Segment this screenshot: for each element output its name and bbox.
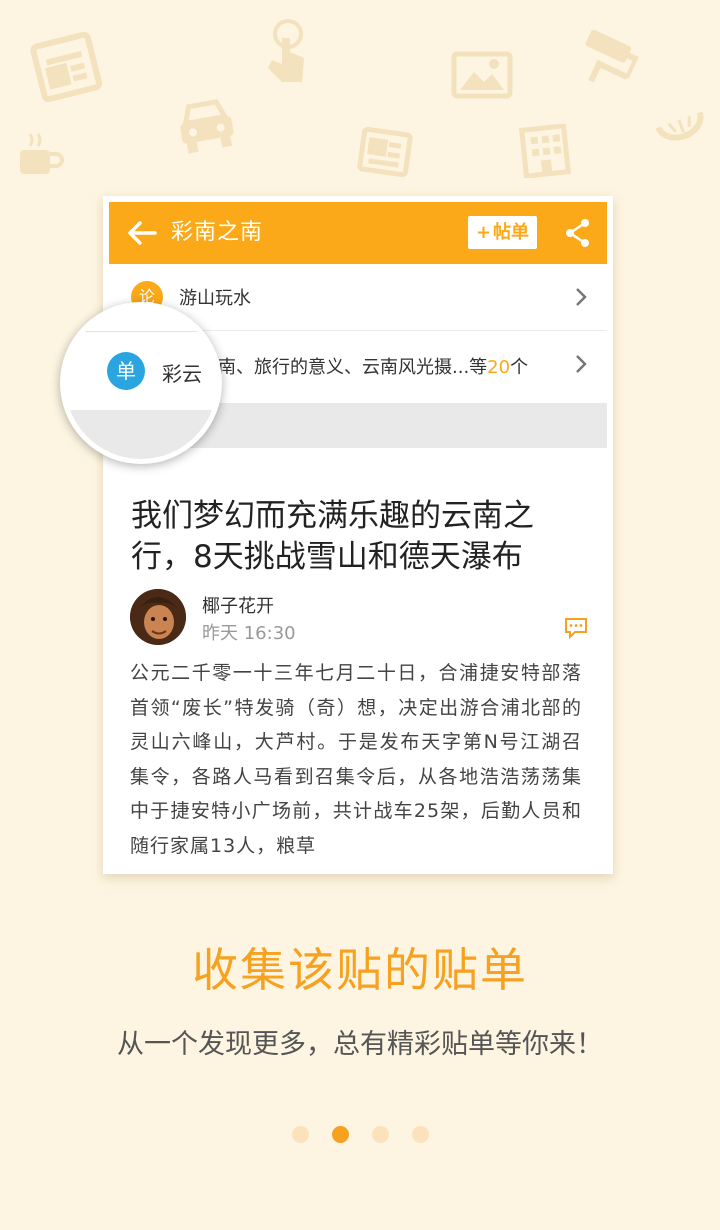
picture-icon xyxy=(450,50,514,100)
car-icon xyxy=(176,96,236,154)
forum-name: 游山玩水 xyxy=(179,288,251,309)
building-icon xyxy=(516,124,574,178)
article-body: 公元二千零一十三年七月二十日，合浦捷安特部落首领“废长”特发骑（奇）想，决定出游… xyxy=(130,662,582,857)
page-dot[interactable] xyxy=(412,1126,429,1143)
share-icon[interactable] xyxy=(565,218,591,248)
fruit-slice-icon xyxy=(650,96,708,144)
promo-headline: 收集该贴的贴单 xyxy=(192,943,528,997)
newspaper-icon xyxy=(356,126,414,178)
avatar[interactable] xyxy=(130,589,186,645)
comment-icon[interactable] xyxy=(563,616,589,640)
magnifier-band xyxy=(65,410,217,459)
hand-tap-icon xyxy=(258,18,308,88)
tie-list-count: 20 xyxy=(487,357,511,378)
page-title: 彩南之南 xyxy=(171,220,264,245)
coffee-icon xyxy=(16,130,64,178)
page-dot-active[interactable] xyxy=(332,1126,349,1143)
news-icon xyxy=(30,30,102,102)
page-dot[interactable] xyxy=(292,1126,309,1143)
chevron-right-icon xyxy=(576,355,587,373)
magnifier-divider xyxy=(65,331,217,332)
paint-roller-icon xyxy=(572,30,642,92)
page-indicator xyxy=(292,1126,432,1144)
add-tie-button[interactable]: + 帖单 xyxy=(468,216,537,249)
magnifier-text: 彩云 xyxy=(162,362,202,386)
page-dot[interactable] xyxy=(372,1126,389,1143)
chevron-right-icon xyxy=(576,288,587,306)
promo-subline: 从一个发现更多，总有精彩贴单等你来！ xyxy=(117,1029,603,1060)
preview-card: 彩南之南 + 帖单 论 游山玩水 彩云之南、旅行的意义、云南风光摄...等20个 … xyxy=(103,196,613,874)
plus-icon: + xyxy=(475,222,492,243)
add-tie-label: 帖单 xyxy=(493,222,530,243)
app-header: 彩南之南 + 帖单 xyxy=(109,202,607,264)
magnifier-callout: 单 彩云 xyxy=(60,302,222,464)
post-time: 昨天 16:30 xyxy=(202,623,296,644)
back-arrow-icon[interactable] xyxy=(127,220,157,246)
author-name[interactable]: 椰子花开 xyxy=(202,592,274,618)
article-title: 我们梦幻而充满乐趣的云南之行，8天挑战雪山和德天瀑布 xyxy=(131,498,534,575)
tie-badge: 单 xyxy=(107,352,145,390)
tie-list-suffix: 个 xyxy=(510,357,529,378)
